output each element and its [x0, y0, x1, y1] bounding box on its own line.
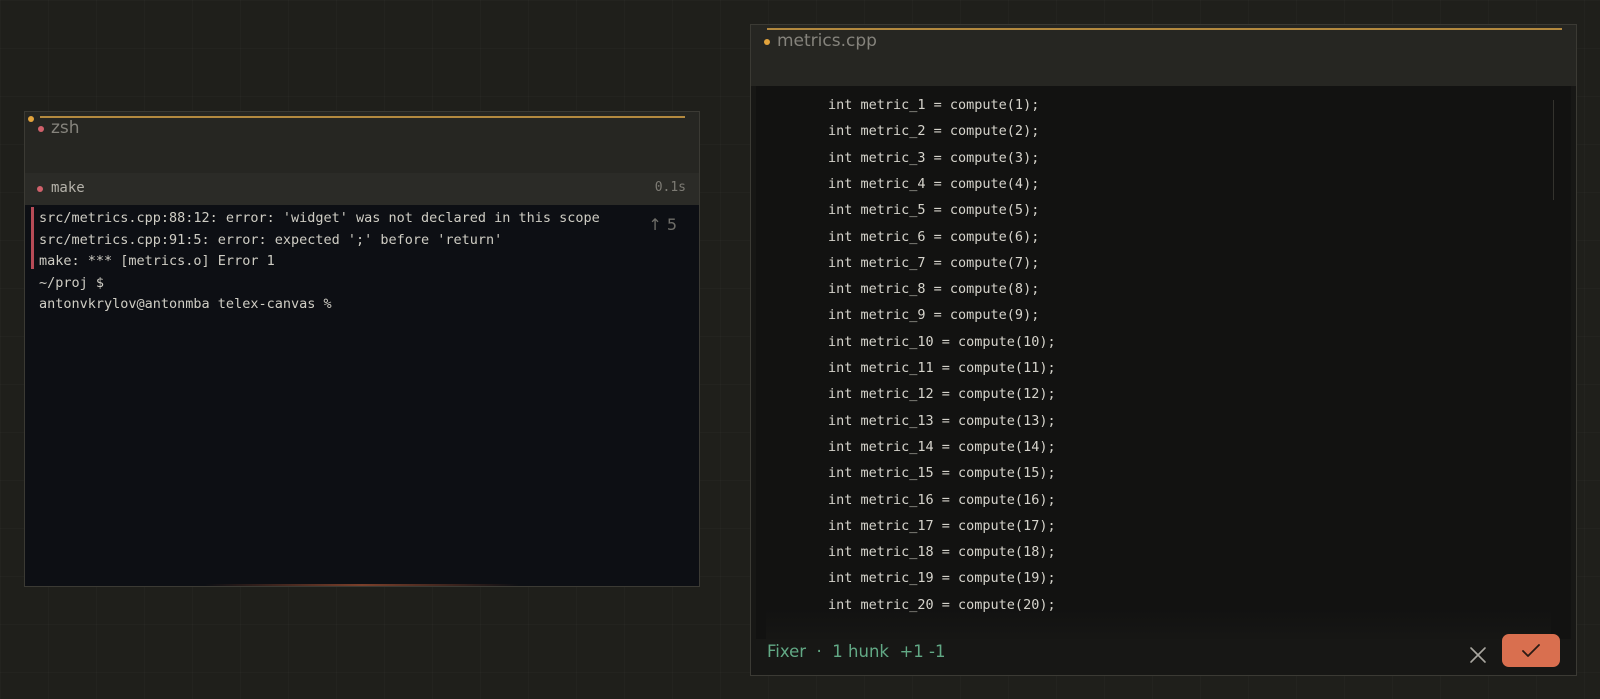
check-icon — [1522, 644, 1540, 657]
accept-button[interactable] — [1502, 634, 1560, 667]
editor-panel[interactable]: metrics.cpp int metric_1 = compute(1); in… — [750, 24, 1577, 676]
fixer-summary: Fixer · 1 hunk +1 -1 — [767, 642, 946, 661]
terminal-header[interactable]: zsh — [25, 112, 699, 173]
code-line: int metric_13 = compute(13); — [828, 412, 1056, 429]
terminal-bottom-glow — [205, 584, 519, 586]
terminal-title: zsh — [51, 118, 80, 138]
code-fade — [766, 608, 1551, 642]
terminal-line: antonvkrylov@antonmba telex-canvas % — [39, 296, 332, 312]
scroll-up-hint[interactable]: ↑ 5 — [648, 215, 677, 234]
command-name: make — [51, 180, 85, 196]
terminal-accent-line — [40, 116, 685, 118]
terminal-status-dot — [38, 126, 44, 132]
code-line: int metric_16 = compute(16); — [828, 491, 1056, 508]
code-line: int metric_2 = compute(2); — [828, 123, 1040, 140]
vertical-scrollbar[interactable] — [1553, 100, 1554, 200]
fixer-bar: Fixer · 1 hunk +1 -1 — [751, 634, 1576, 675]
code-line: int metric_8 = compute(8); — [828, 281, 1040, 298]
error-marker — [31, 207, 34, 269]
close-button[interactable] — [1466, 643, 1490, 667]
command-duration: 0.1s — [654, 180, 686, 195]
terminal-output[interactable]: ↑ 5 src/metrics.cpp:88:12: error: 'widge… — [25, 205, 699, 586]
code-line: int metric_11 = compute(11); — [828, 360, 1056, 376]
close-icon — [1470, 647, 1486, 663]
terminal-corner-dot — [28, 116, 34, 122]
code-line: int metric_9 = compute(9); — [828, 307, 1040, 324]
code-line: int metric_14 = compute(14); — [828, 438, 1056, 455]
code-line: int metric_6 = compute(6); — [828, 228, 1040, 245]
terminal-line: ~/proj $ — [39, 274, 105, 291]
code-line: int metric_15 = compute(15); — [828, 465, 1056, 482]
editor-accent-line — [767, 28, 1562, 30]
code-line: int metric_5 = compute(5); — [828, 202, 1040, 219]
terminal-line: src/metrics.cpp:88:12: error: 'widget' w… — [39, 210, 600, 226]
code-line: int metric_12 = compute(12); — [828, 386, 1056, 403]
terminal-line: src/metrics.cpp:91:5: error: expected ';… — [39, 231, 503, 248]
editor-title: metrics.cpp — [777, 31, 877, 51]
command-block-header[interactable]: make 0.1s — [25, 173, 699, 205]
code-line: int metric_7 = compute(7); — [828, 254, 1040, 271]
code-line: int metric_17 = compute(17); — [828, 517, 1056, 534]
code-line: int metric_10 = compute(10); — [828, 333, 1056, 350]
code-line: int metric_18 = compute(18); — [828, 544, 1056, 561]
code-line: int metric_3 = compute(3); — [828, 149, 1040, 166]
code-line: int metric_4 = compute(4); — [828, 175, 1040, 192]
terminal-line: make: *** [metrics.o] Error 1 — [39, 253, 275, 269]
editor-status-dot — [764, 39, 770, 45]
code-line: int metric_1 = compute(1); — [828, 97, 1040, 113]
editor-header[interactable]: metrics.cpp — [751, 25, 1576, 86]
terminal-panel[interactable]: zsh make 0.1s ↑ 5 src/metrics.cpp:88:12:… — [24, 111, 700, 587]
command-error-dot — [37, 186, 43, 192]
code-view[interactable]: int metric_1 = compute(1); int metric_2 =… — [756, 86, 1571, 642]
code-line: int metric_19 = compute(19); — [828, 570, 1056, 587]
